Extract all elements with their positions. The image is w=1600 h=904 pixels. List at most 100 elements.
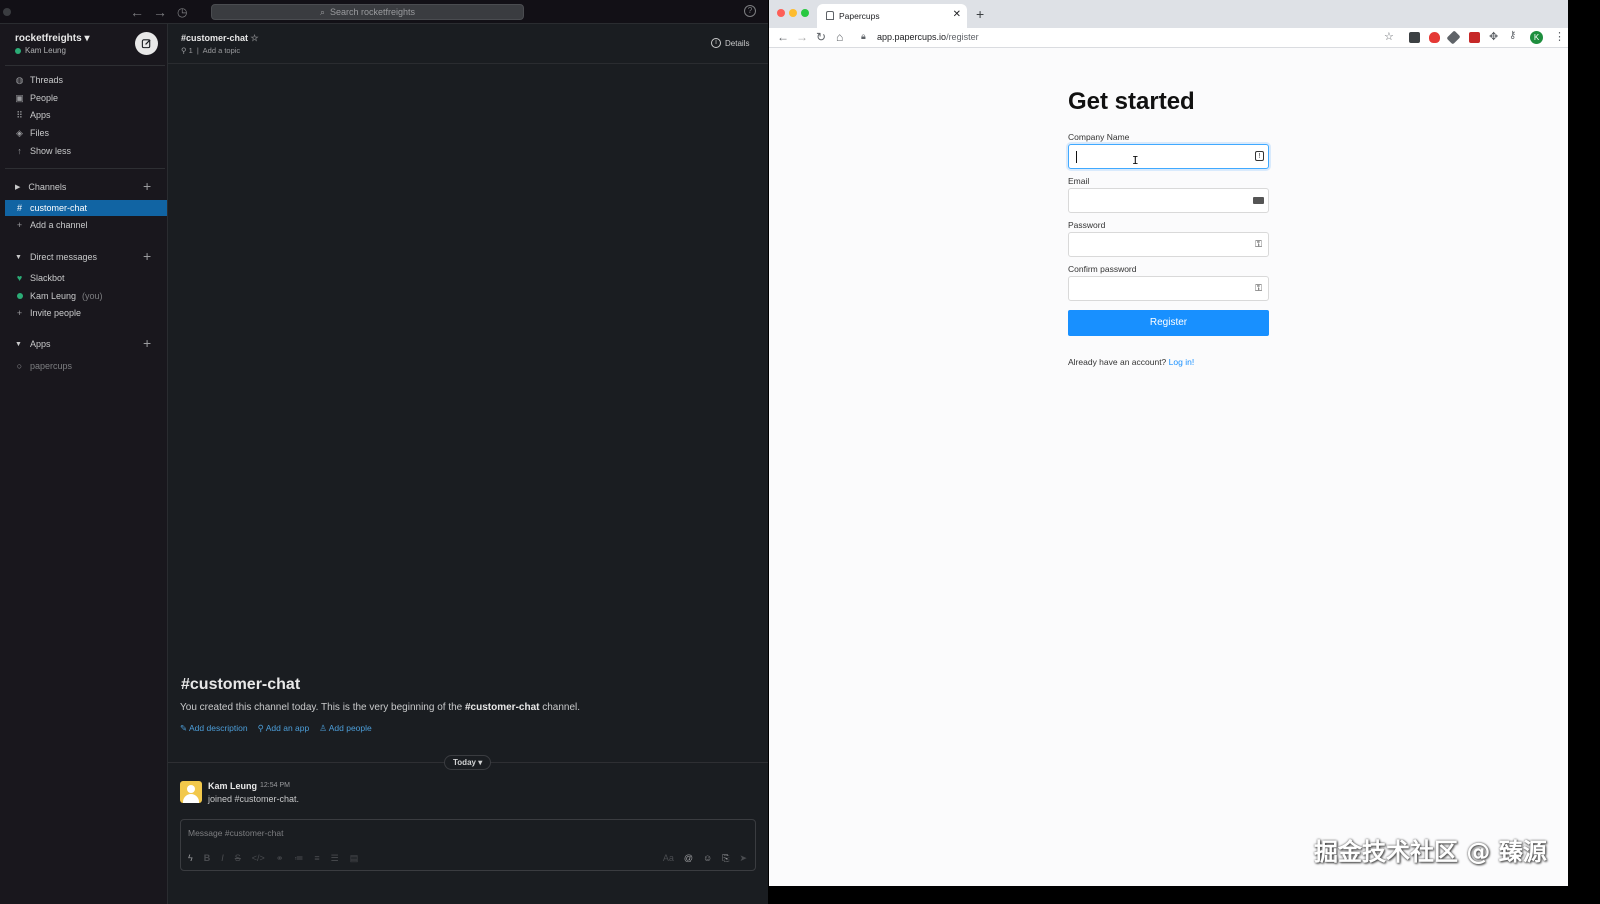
add-description-link[interactable]: ✎ Add description (180, 723, 248, 734)
sidebar: rocketfreights ▾ Kam Leung ◍ Threads ▣ Peo… (0, 24, 168, 904)
add-people-link[interactable]: ♙ Add people (319, 723, 372, 734)
channels-section-header[interactable]: ▶ Channels (15, 182, 66, 192)
sidebar-item-apps[interactable]: ⠿ Apps (15, 108, 50, 122)
login-link[interactable]: Log in! (1169, 357, 1195, 367)
forward-arrow-icon[interactable]: → (153, 4, 167, 20)
email-field[interactable] (1068, 188, 1269, 213)
composer-actions: Aa @ ☺ ⎘ ➤ (663, 853, 747, 864)
forward-arrow-icon[interactable]: → (796, 30, 808, 44)
extension-icon[interactable] (1469, 32, 1480, 43)
profile-avatar[interactable]: K (1530, 31, 1543, 44)
attach-icon[interactable]: ⎘ (722, 853, 729, 864)
italic-icon[interactable]: I (221, 853, 224, 864)
add-channel-plus-icon[interactable]: + (143, 178, 151, 194)
confirm-password-label: Confirm password (1068, 264, 1137, 274)
window-dot (3, 8, 11, 16)
channel-view: #customer-chat ☆ ⚲ 1 | Add a topic i Deta… (168, 24, 768, 904)
sidebar-item-files[interactable]: ◈ Files (15, 126, 49, 140)
add-dm-plus-icon[interactable]: + (143, 248, 151, 264)
history-icon[interactable]: ◷ (177, 5, 187, 19)
sidebar-item-slackbot[interactable]: ♥ Slackbot (15, 271, 65, 285)
mention-icon[interactable]: @ (684, 853, 693, 864)
minimize-window-button[interactable] (789, 9, 797, 17)
channel-title[interactable]: #customer-chat ☆ (181, 33, 259, 44)
star-icon[interactable]: ☆ (251, 33, 259, 43)
emoji-icon[interactable]: ☺ (703, 853, 712, 864)
reload-icon[interactable]: ↻ (816, 30, 826, 44)
files-icon: ◈ (16, 127, 23, 138)
add-topic-link[interactable]: Add a topic (203, 46, 241, 55)
info-icon: i (711, 38, 721, 48)
tab-close-icon[interactable]: ✕ (953, 9, 961, 20)
sidebar-divider (5, 168, 165, 169)
back-arrow-icon[interactable]: ← (130, 4, 144, 20)
plus-icon: + (16, 308, 23, 318)
shield-extension-icon[interactable] (1429, 32, 1440, 43)
sidebar-item-people[interactable]: ▣ People (15, 91, 58, 105)
sidebar-item-papercups[interactable]: ○ papercups (15, 359, 72, 373)
help-icon[interactable]: ? (744, 5, 756, 17)
format-toggle-icon[interactable]: Aa (663, 853, 674, 864)
register-button[interactable]: Register (1068, 310, 1269, 336)
day-divider-button[interactable]: Today ▾ (444, 755, 492, 770)
message-author[interactable]: Kam Leung (208, 781, 257, 791)
send-icon[interactable]: ➤ (739, 853, 747, 864)
puzzle-extensions-icon[interactable]: ✥ (1489, 30, 1498, 43)
home-icon[interactable]: ⌂ (836, 30, 843, 44)
ordered-list-icon[interactable]: ≔ (294, 853, 303, 864)
sidebar-item-invite-people[interactable]: + Invite people (15, 306, 81, 320)
extension-icon[interactable] (1446, 30, 1461, 45)
sidebar-item-add-channel[interactable]: + Add a channel (15, 218, 88, 232)
papercups-favicon-icon (826, 11, 834, 20)
extension-icon[interactable] (1409, 32, 1420, 43)
autofill-card-icon[interactable] (1253, 197, 1264, 204)
dm-section-header[interactable]: ▼ Direct messages (15, 252, 97, 262)
key-icon[interactable]: ⚷ (1509, 30, 1516, 41)
message-timestamp[interactable]: 12:54 PM (260, 782, 290, 789)
menu-kebab-icon[interactable]: ⋮ (1554, 30, 1565, 43)
bullet-list-icon[interactable]: ≡ (314, 853, 319, 864)
search-input[interactable]: ⌕ Search rocketfreights (211, 4, 524, 20)
sidebar-item-show-less[interactable]: ↑ Show less (15, 144, 71, 158)
company-name-field[interactable]: I ! (1068, 144, 1269, 169)
blockquote-icon[interactable]: ☰ (331, 853, 339, 864)
header-divider (168, 63, 768, 64)
tab-papercups[interactable]: Papercups ✕ (817, 4, 967, 28)
text-caret (1076, 151, 1077, 163)
workspace-name[interactable]: rocketfreights ▾ (15, 33, 90, 44)
add-app-plus-icon[interactable]: + (143, 335, 151, 351)
code-icon[interactable]: </> (252, 853, 265, 864)
tab-bar: Papercups ✕ + (769, 0, 1568, 28)
sidebar-item-kam-leung[interactable]: Kam Leung (you) (15, 289, 103, 303)
link-icon[interactable]: ⚭ (276, 853, 284, 864)
message-composer[interactable]: Message #customer-chat ϟ B I S </> ⚭ ≔ ≡… (180, 819, 756, 871)
shortcuts-lightning-icon[interactable]: ϟ (188, 853, 193, 864)
add-app-link[interactable]: ⚲ Add an app (258, 723, 310, 734)
caret-down-icon: ▼ (15, 253, 22, 261)
compose-button[interactable] (135, 32, 158, 55)
sidebar-item-threads[interactable]: ◍ Threads (15, 73, 63, 87)
people-icon: ▣ (15, 92, 24, 103)
password-field[interactable]: ⚿ (1068, 232, 1269, 257)
bookmark-star-icon[interactable]: ☆ (1384, 30, 1394, 43)
password-key-icon[interactable]: ⚿ (1253, 239, 1264, 250)
bold-icon[interactable]: B (204, 853, 211, 864)
apps-section-header[interactable]: ▼ Apps (15, 339, 50, 349)
new-tab-icon[interactable]: + (976, 6, 984, 22)
sidebar-divider (5, 65, 165, 66)
code-block-icon[interactable]: ▤ (350, 853, 359, 864)
email-label: Email (1068, 176, 1090, 186)
autofill-card-icon[interactable]: ! (1255, 151, 1264, 161)
maximize-window-button[interactable] (801, 9, 809, 17)
strikethrough-icon[interactable]: S (235, 853, 241, 864)
close-window-button[interactable] (777, 9, 785, 17)
password-label: Password (1068, 220, 1106, 230)
back-arrow-icon[interactable]: ← (777, 30, 789, 44)
details-button[interactable]: i Details (711, 38, 749, 48)
sidebar-item-customer-chat[interactable]: # customer-chat (15, 201, 87, 215)
password-key-icon[interactable]: ⚿ (1253, 283, 1264, 294)
member-count[interactable]: 1 (189, 46, 193, 55)
confirm-password-field[interactable]: ⚿ (1068, 276, 1269, 301)
avatar[interactable] (180, 781, 202, 803)
address-bar[interactable]: 🔒︎ app.papercups.io/register (859, 29, 1399, 46)
